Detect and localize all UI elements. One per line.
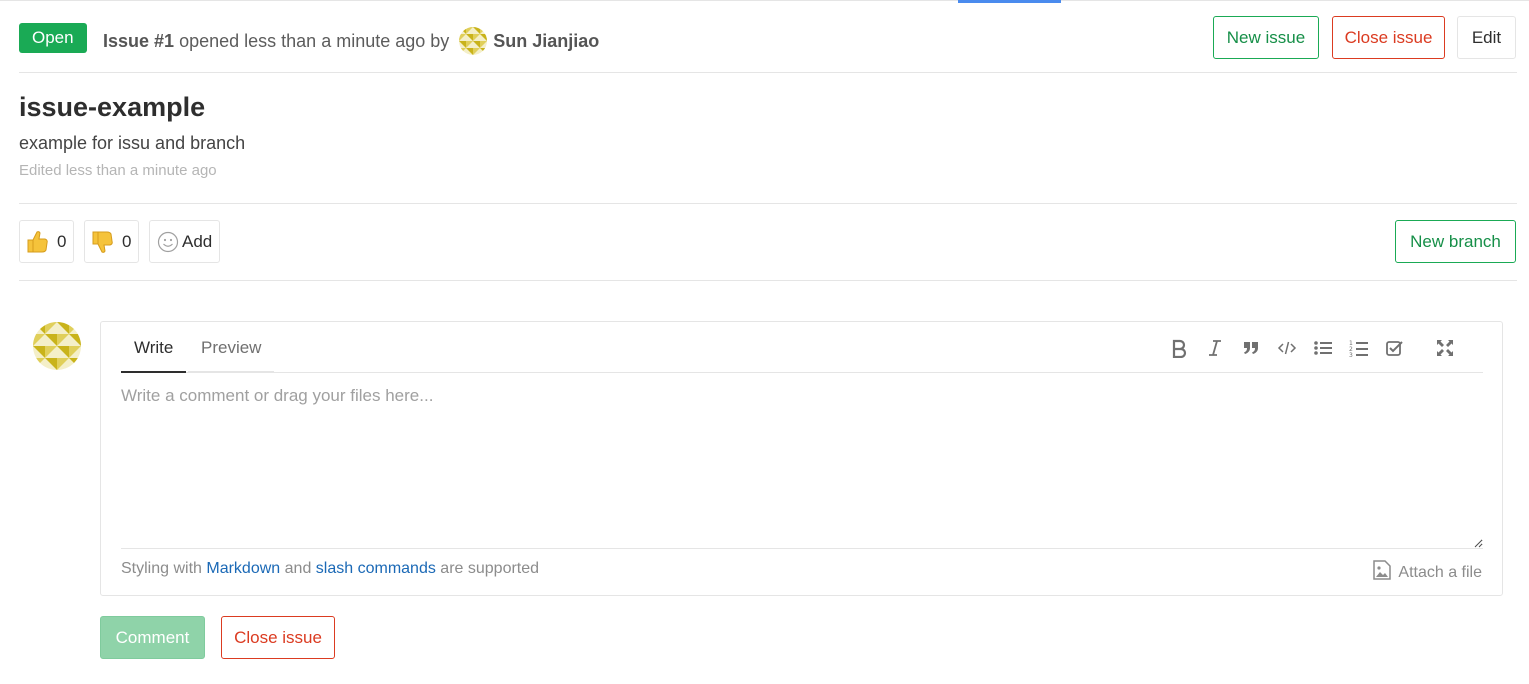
italic-icon[interactable]	[1197, 336, 1233, 360]
close-issue-bottom-button[interactable]: Close issue	[221, 616, 335, 659]
issue-title: issue-example	[19, 92, 206, 122]
top-navigation-border	[0, 0, 1529, 3]
header-divider	[19, 72, 1517, 73]
bold-icon[interactable]	[1161, 336, 1197, 360]
comment-form: Write Preview 123 Write a comment or dra…	[100, 321, 1503, 596]
comment-textarea[interactable]	[121, 374, 1483, 549]
attach-file-button[interactable]: Attach a file	[1373, 560, 1482, 585]
thumbs-up-award[interactable]: 0	[19, 220, 74, 263]
active-nav-indicator	[958, 0, 1061, 3]
svg-text:3: 3	[1349, 352, 1353, 358]
markdown-toolbar: 123	[1161, 336, 1463, 360]
issue-reference: Issue #1	[103, 30, 175, 51]
thumbs-down-count: 0	[122, 231, 132, 251]
add-reaction-button[interactable]: Add	[149, 220, 220, 263]
awards-divider	[19, 280, 1517, 281]
author-name[interactable]: Sun Jianjiao	[493, 31, 599, 52]
task-list-icon[interactable]	[1377, 336, 1413, 360]
markdown-hint: Styling with Markdown and slash commands…	[121, 560, 539, 578]
image-file-icon	[1373, 560, 1398, 585]
fullscreen-icon[interactable]	[1427, 336, 1463, 360]
bullet-list-icon[interactable]	[1305, 336, 1341, 360]
thumbs-down-award[interactable]: 0	[84, 220, 139, 263]
issue-description: example for issu and branch	[19, 133, 246, 153]
markdown-hint-suffix: are supported	[440, 560, 540, 577]
description-divider	[19, 203, 1517, 204]
markdown-hint-prefix: Styling with	[121, 560, 202, 577]
issue-header: Open Issue #1 opened less than a minute …	[19, 16, 1517, 59]
resize-handle[interactable]	[1473, 538, 1483, 548]
comment-submit-button[interactable]: Comment	[100, 616, 205, 659]
code-icon[interactable]	[1269, 336, 1305, 360]
tab-write[interactable]: Write	[121, 322, 187, 373]
new-branch-button[interactable]: New branch	[1395, 220, 1516, 263]
tab-preview[interactable]: Preview	[188, 322, 275, 373]
current-user-avatar[interactable]	[33, 322, 81, 370]
smiley-icon	[157, 230, 179, 254]
editor-tabs: Write Preview 123	[121, 322, 1483, 373]
thumbs-up-icon	[27, 230, 49, 254]
status-badge: Open	[19, 23, 87, 53]
slash-commands-link[interactable]: slash commands	[316, 560, 436, 577]
opened-text: opened less than a minute ago by	[179, 30, 450, 51]
numbered-list-icon[interactable]: 123	[1341, 336, 1377, 360]
edited-timestamp: Edited less than a minute ago	[19, 162, 217, 179]
attach-file-label: Attach a file	[1398, 563, 1482, 581]
add-reaction-label: Add	[182, 231, 213, 251]
edit-button[interactable]: Edit	[1457, 16, 1516, 59]
quote-icon[interactable]	[1233, 336, 1269, 360]
markdown-hint-and: and	[284, 560, 312, 577]
new-issue-button[interactable]: New issue	[1213, 16, 1319, 59]
issue-meta: Issue #1 opened less than a minute ago b…	[103, 27, 599, 55]
close-issue-button[interactable]: Close issue	[1332, 16, 1445, 59]
thumbs-down-icon	[92, 230, 114, 254]
author-avatar[interactable]	[459, 27, 488, 55]
thumbs-up-count: 0	[57, 231, 67, 251]
markdown-link[interactable]: Markdown	[206, 560, 280, 577]
